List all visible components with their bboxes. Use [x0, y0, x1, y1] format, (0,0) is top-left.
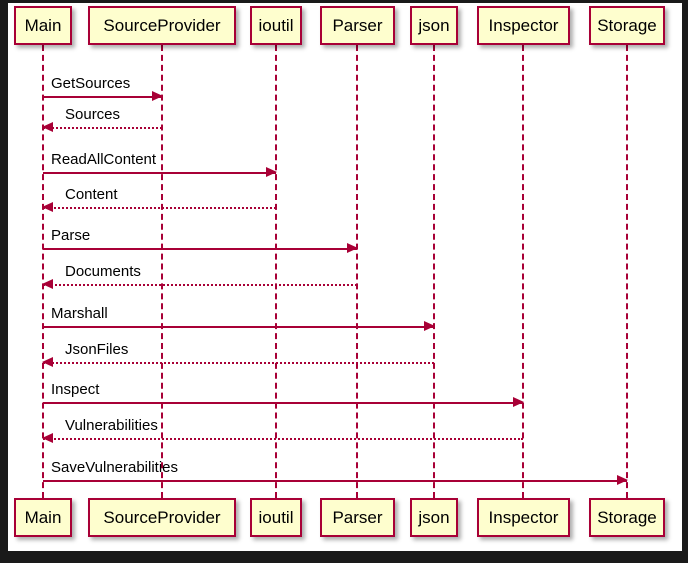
arrowhead-icon [152, 91, 163, 101]
participant-box-sourceprovider[interactable]: SourceProvider [88, 6, 236, 45]
participant-label: Parser [332, 508, 383, 527]
participant-box-storage[interactable]: Storage [589, 6, 665, 45]
message-line [43, 284, 357, 286]
diagram-canvas: Main SourceProvider ioutil Parser json Inspec… [8, 3, 682, 551]
message-label: Inspect [51, 381, 100, 398]
message-line [43, 172, 276, 174]
message-label: JsonFiles [65, 341, 129, 358]
message-line [43, 207, 276, 209]
participant-box-inspector[interactable]: Inspector [477, 6, 570, 45]
message-label: GetSources [51, 75, 131, 92]
lifeline-inspector [522, 45, 524, 498]
participant-label: json [418, 508, 450, 527]
participant-label: Storage [597, 16, 657, 35]
participant-label: Main [24, 16, 62, 35]
message-label: Marshall [51, 305, 108, 322]
lifeline-storage [626, 45, 628, 498]
diagram-page: Main SourceProvider ioutil Parser json Inspec… [0, 0, 688, 563]
participant-label: SourceProvider [103, 508, 221, 527]
participant-box-ioutil[interactable]: ioutil [250, 498, 302, 537]
arrowhead-icon [513, 397, 524, 407]
message-label: ReadAllContent [51, 151, 157, 168]
participant-box-json[interactable]: json [410, 498, 458, 537]
message-label: Documents [65, 263, 141, 280]
participant-label: Inspector [488, 508, 559, 527]
arrowhead-icon [424, 321, 435, 331]
participant-label: Parser [332, 16, 383, 35]
participant-box-inspector[interactable]: Inspector [477, 498, 570, 537]
message-line [43, 127, 162, 129]
message-line [43, 96, 162, 98]
message-line [43, 248, 357, 250]
message-label: SaveVulnerabilities [51, 459, 179, 476]
message-line [43, 362, 434, 364]
participant-box-main[interactable]: Main [14, 6, 72, 45]
lifeline-ioutil [275, 45, 277, 498]
arrowhead-icon [42, 279, 53, 289]
participant-box-main[interactable]: Main [14, 498, 72, 537]
participant-box-parser[interactable]: Parser [320, 498, 395, 537]
message-line [43, 326, 434, 328]
participant-box-parser[interactable]: Parser [320, 6, 395, 45]
message-line [43, 402, 523, 404]
arrowhead-icon [42, 357, 53, 367]
arrowhead-icon [347, 243, 358, 253]
lifeline-sourceprovider [161, 45, 163, 498]
arrowhead-icon [42, 433, 53, 443]
participant-box-json[interactable]: json [410, 6, 458, 45]
arrowhead-icon [42, 202, 53, 212]
participant-label: ioutil [258, 16, 294, 35]
message-line [43, 480, 627, 482]
lifeline-parser [356, 45, 358, 498]
message-line [43, 438, 523, 440]
message-label: Sources [65, 106, 121, 123]
arrowhead-icon [42, 122, 53, 132]
participant-label: Storage [597, 508, 657, 527]
message-label: Content [65, 186, 118, 203]
arrowhead-icon [617, 475, 628, 485]
participant-box-sourceprovider[interactable]: SourceProvider [88, 498, 236, 537]
message-label: Parse [51, 227, 91, 244]
lifeline-main [42, 45, 44, 498]
participant-label: json [418, 16, 450, 35]
message-label: Vulnerabilities [65, 417, 158, 434]
participant-box-ioutil[interactable]: ioutil [250, 6, 302, 45]
participant-box-storage[interactable]: Storage [589, 498, 665, 537]
participant-label: SourceProvider [103, 16, 221, 35]
participant-label: Main [24, 508, 62, 527]
lifeline-json [433, 45, 435, 498]
participant-label: Inspector [488, 16, 559, 35]
arrowhead-icon [266, 167, 277, 177]
participant-label: ioutil [258, 508, 294, 527]
